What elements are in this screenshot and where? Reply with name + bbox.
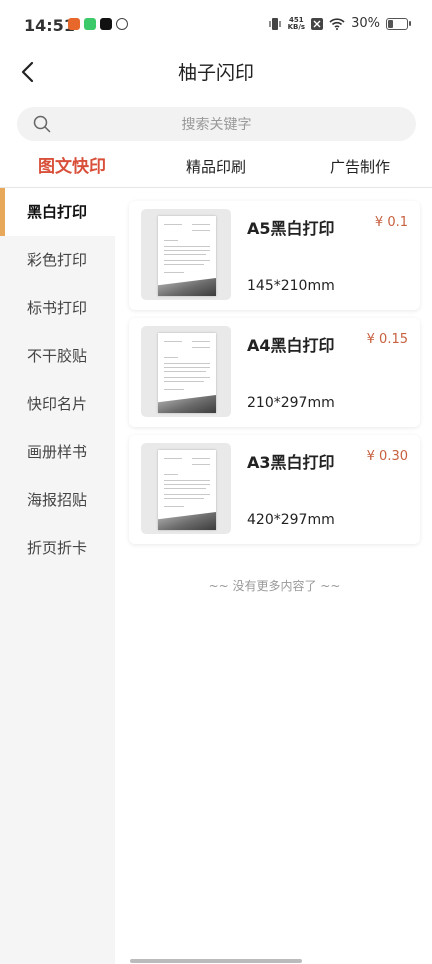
- document-preview: [158, 216, 216, 296]
- tab-advertising[interactable]: 广告制作: [288, 150, 432, 186]
- product-thumbnail: [141, 209, 231, 300]
- link-icon: [116, 18, 128, 30]
- sidebar-item-bw-print[interactable]: 黑白打印: [0, 188, 115, 236]
- product-price: ¥ 0.1: [374, 215, 408, 230]
- top-bar: 柚子闪印: [0, 50, 432, 94]
- document-preview: [158, 450, 216, 530]
- product-name: A5黑白打印: [247, 219, 335, 238]
- product-size: 145*210mm: [247, 278, 335, 294]
- product-thumbnail: [141, 443, 231, 534]
- tab-premium-printing[interactable]: 精品印刷: [144, 150, 288, 186]
- notification-app-icon: [68, 18, 80, 30]
- product-thumbnail: [141, 326, 231, 417]
- tiktok-icon: [100, 18, 112, 30]
- wifi-icon: [329, 17, 345, 30]
- sidebar-item-folded-cards[interactable]: 折页折卡: [0, 524, 115, 572]
- battery-icon: [386, 17, 411, 30]
- search-icon: [33, 115, 51, 133]
- search-bar[interactable]: [17, 107, 416, 143]
- sidebar-item-brochures[interactable]: 画册样书: [0, 428, 115, 476]
- document-preview: [158, 333, 216, 413]
- end-of-list-note: ~~ 没有更多内容了 ~~: [208, 579, 341, 593]
- product-price: ¥ 0.15: [366, 332, 408, 347]
- battery-percent: 30%: [351, 16, 380, 31]
- vibrate-icon: [269, 17, 281, 30]
- net-speed: 451 KB/s: [287, 16, 306, 31]
- product-list: A5黑白打印 ¥ 0.1 145*210mm A4黑白打印 ¥ 0.15 210…: [129, 201, 420, 552]
- product-card-a4[interactable]: A4黑白打印 ¥ 0.15 210*297mm: [129, 318, 420, 427]
- sidebar-item-business-cards[interactable]: 快印名片: [0, 380, 115, 428]
- product-card-a3[interactable]: A3黑白打印 ¥ 0.30 420*297mm: [129, 435, 420, 544]
- sidebar-item-color-print[interactable]: 彩色打印: [0, 236, 115, 284]
- status-bar: 14:51 451 KB/s 30%: [0, 0, 432, 50]
- home-indicator[interactable]: [130, 959, 302, 963]
- product-name: A3黑白打印: [247, 453, 335, 472]
- tab-graphic-quick-print[interactable]: 图文快印: [0, 150, 144, 186]
- notification-icons: [68, 18, 128, 30]
- search-input[interactable]: [67, 107, 366, 143]
- sidebar-item-posters[interactable]: 海报招贴: [0, 476, 115, 524]
- status-indicators: 451 KB/s 30%: [268, 16, 411, 31]
- product-size: 420*297mm: [247, 512, 335, 528]
- notification-app-icon: [84, 18, 96, 30]
- product-price: ¥ 0.30: [366, 449, 408, 464]
- net-speed-unit: KB/s: [287, 22, 306, 31]
- product-card-a5[interactable]: A5黑白打印 ¥ 0.1 145*210mm: [129, 201, 420, 310]
- category-tabs: 图文快印 精品印刷 广告制作: [0, 150, 432, 186]
- sidebar: 黑白打印 彩色打印 标书打印 不干胶贴 快印名片 画册样书 海报招贴 折页折卡: [0, 188, 115, 964]
- signal-icon: [311, 17, 324, 30]
- product-name: A4黑白打印: [247, 336, 335, 355]
- sidebar-item-tender-print[interactable]: 标书打印: [0, 284, 115, 332]
- sidebar-item-stickers[interactable]: 不干胶贴: [0, 332, 115, 380]
- battery-level: [388, 19, 393, 28]
- page-title: 柚子闪印: [177, 62, 254, 84]
- product-size: 210*297mm: [247, 395, 335, 411]
